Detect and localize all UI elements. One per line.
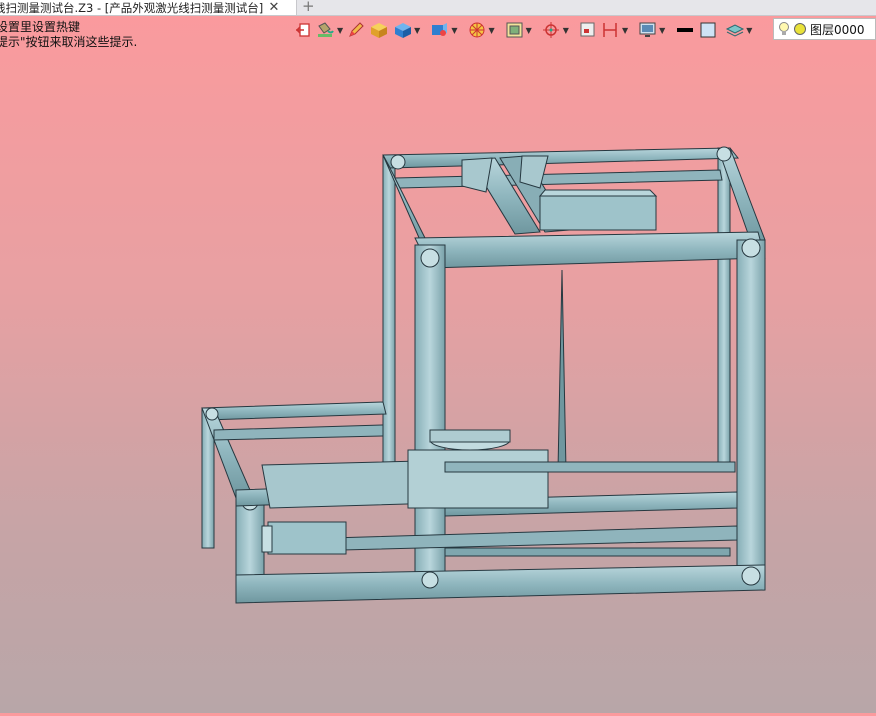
line-weight-icon[interactable]	[675, 21, 695, 39]
monitor-icon[interactable]: ▼	[638, 21, 665, 39]
cube-icon[interactable]: ▼	[393, 21, 420, 39]
machine-model	[201, 146, 766, 604]
toolbar: ▼ ▼ ▼ ▼ ▼ ▼ ▼ ▼ ▼	[290, 18, 756, 42]
color-swatch-icon[interactable]	[699, 21, 717, 39]
document-tab[interactable]: 线扫测量测试台.Z3 - [产品外观激光线扫测量测试台] ✕	[0, 0, 297, 15]
new-tab-icon[interactable]: +	[302, 0, 315, 14]
tab-bar: 线扫测量测试台.Z3 - [产品外观激光线扫测量测试台] ✕ +	[0, 0, 876, 16]
target-icon[interactable]: ▼	[542, 21, 569, 39]
close-icon[interactable]: ✕	[266, 0, 282, 15]
paint-bucket-icon[interactable]: ▼	[316, 21, 343, 39]
exit-icon[interactable]	[294, 21, 312, 39]
layer-selector[interactable]: 图层0000	[773, 18, 876, 40]
hint-line-1: 设置里设置热键	[0, 20, 81, 34]
bulb-icon[interactable]	[778, 21, 790, 37]
layer-color-icon[interactable]	[793, 22, 807, 36]
pencil-icon[interactable]	[347, 21, 365, 39]
render-icon[interactable]: ▼	[467, 20, 495, 40]
document-tab-title: 线扫测量测试台.Z3 - [产品外观激光线扫测量测试台]	[0, 0, 264, 15]
layers-stack-icon[interactable]: ▼	[725, 21, 752, 39]
box-icon[interactable]	[369, 21, 389, 39]
dimension-icon[interactable]: ▼	[601, 21, 628, 39]
square-icon[interactable]	[579, 21, 597, 39]
frame-icon[interactable]: ▼	[505, 21, 532, 39]
view-cube-icon[interactable]: ▼	[430, 21, 457, 39]
layer-name: 图层0000	[810, 22, 865, 37]
3d-viewport[interactable]	[0, 44, 876, 713]
